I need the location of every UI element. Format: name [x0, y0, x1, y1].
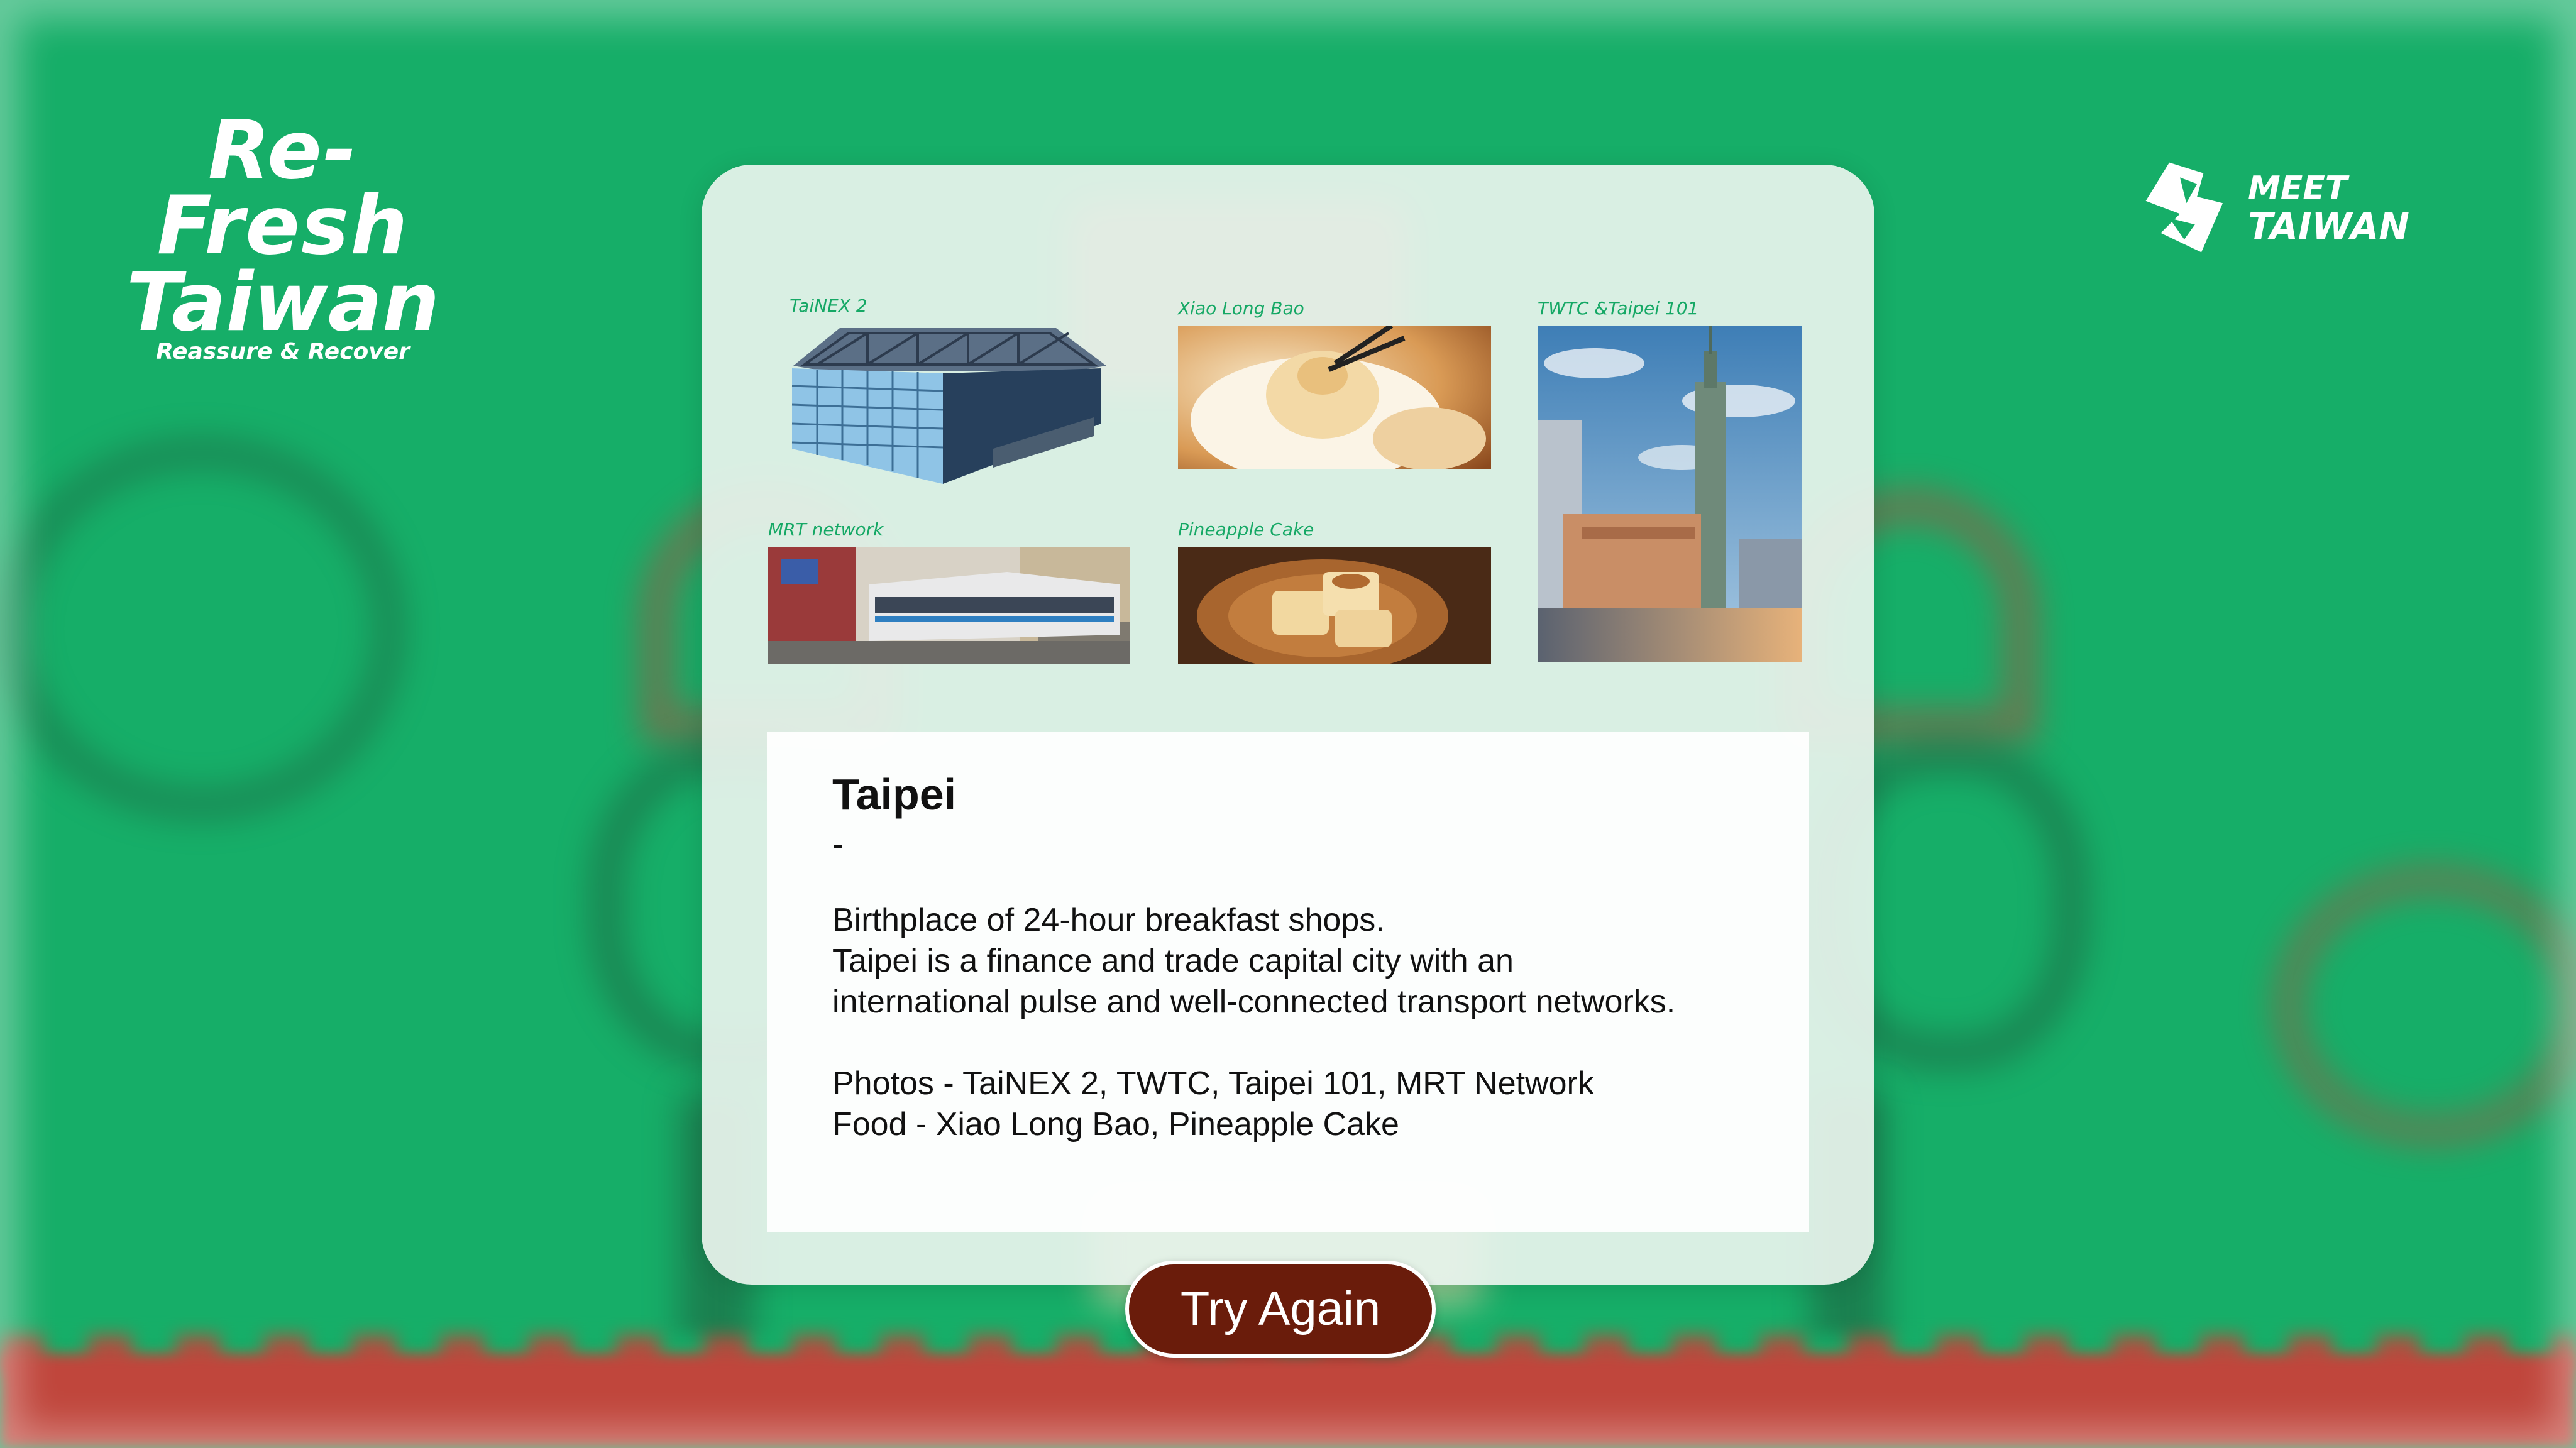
gallery-item-taipei-101: TWTC &Taipei 101	[1538, 298, 1802, 662]
description-line: Taipei is a finance and trade capital ci…	[832, 943, 1514, 979]
city-info-card: Taipei - Birthplace of 24-hour breakfast…	[767, 732, 1809, 1232]
city-title: Taipei	[832, 770, 957, 819]
description-line: Birthplace of 24-hour breakfast shops.	[832, 902, 1385, 938]
result-panel: TaiNEX 2 Xiao Long Bao TWTC &Taipei 101 …	[702, 165, 1874, 1285]
gallery-item-xiao-long-bao: Xiao Long Bao	[1178, 298, 1491, 469]
try-again-button[interactable]: Try Again	[1125, 1261, 1436, 1358]
partner-logo-line-1: MEET	[2248, 170, 2348, 207]
gallery-item-pineapple-cake: Pineapple Cake	[1178, 519, 1491, 664]
credits-line: Photos - TaiNEX 2, TWTC, Taipei 101, MRT…	[832, 1065, 1594, 1102]
credits-line: Food - Xiao Long Bao, Pineapple Cake	[832, 1106, 1399, 1143]
brand-line-2: Taiwan	[126, 256, 440, 349]
convention-hall-illustration	[791, 328, 1106, 484]
meet-taiwan-logo-icon	[2145, 162, 2223, 253]
gallery-caption: Pineapple Cake	[1178, 519, 1314, 540]
gallery-caption: TaiNEX 2	[790, 295, 867, 316]
brand-line-1: Re-Fresh	[157, 104, 409, 273]
re-fresh-taiwan-logo: Re-Fresh Taiwan Reassure & Recover	[101, 104, 465, 365]
partner-logo-line-2: TAIWAN	[2248, 205, 2409, 248]
meet-taiwan-logo: MEET TAIWAN	[2137, 154, 2409, 261]
gallery-item-tainex: TaiNEX 2	[779, 295, 1106, 486]
taipei-101-skyline-photo	[1538, 326, 1802, 662]
title-divider: -	[832, 826, 844, 863]
city-credits: Photos - TaiNEX 2, TWTC, Taipei 101, MRT…	[832, 1063, 1594, 1145]
soup-dumpling-photo	[1178, 326, 1491, 469]
pineapple-cake-photo	[1178, 547, 1491, 664]
gallery-caption: Xiao Long Bao	[1178, 298, 1304, 319]
metro-train-photo	[768, 547, 1130, 664]
description-line: international pulse and well-connected t…	[832, 984, 1676, 1020]
gallery-caption: MRT network	[768, 519, 884, 540]
gallery-item-mrt: MRT network	[768, 519, 1130, 664]
city-description: Birthplace of 24-hour breakfast shops. T…	[832, 900, 1675, 1023]
gallery-caption: TWTC &Taipei 101	[1538, 298, 1699, 319]
